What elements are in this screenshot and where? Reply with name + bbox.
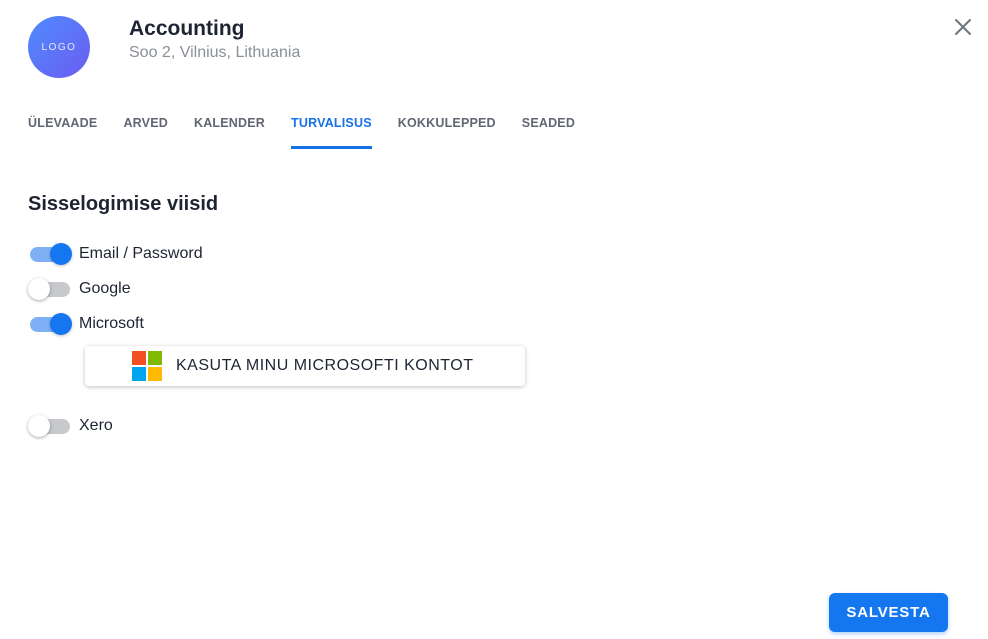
toggle-knob <box>50 243 72 265</box>
microsoft-logo-square <box>132 367 146 381</box>
tab-bar: ÜLEVAADE ARVED KALENDER TURVALISUS KOKKU… <box>28 100 601 150</box>
google-toggle[interactable] <box>28 276 74 302</box>
logo-text: LOGO <box>41 41 77 53</box>
tab-invoices[interactable]: ARVED <box>123 100 168 150</box>
toggle-knob <box>28 278 50 300</box>
login-option-google: Google <box>28 276 131 302</box>
microsoft-logo-square <box>148 367 162 381</box>
microsoft-toggle[interactable] <box>28 311 74 337</box>
company-settings-panel: LOGO Accounting Soo 2, Vilnius, Lithuani… <box>0 0 988 639</box>
login-option-label: Microsoft <box>79 315 144 332</box>
section-title: Sisselogimise viisid <box>28 193 219 215</box>
toggle-knob <box>28 415 50 437</box>
login-option-xero: Xero <box>28 413 113 439</box>
tab-security[interactable]: TURVALISUS <box>291 100 372 150</box>
login-option-label: Xero <box>79 417 113 434</box>
tab-overview[interactable]: ÜLEVAADE <box>28 100 97 150</box>
microsoft-logo-icon <box>132 351 162 381</box>
company-name: Accounting <box>129 17 245 40</box>
email-password-toggle[interactable] <box>28 241 74 267</box>
login-option-label: Google <box>79 280 131 297</box>
microsoft-logo-square <box>148 351 162 365</box>
save-button[interactable]: SALVESTA <box>829 593 948 632</box>
microsoft-button-label: KASUTA MINU MICROSOFTI KONTOT <box>176 357 474 374</box>
toggle-knob <box>50 313 72 335</box>
tab-calendar[interactable]: KALENDER <box>194 100 265 150</box>
login-option-email: Email / Password <box>28 241 203 267</box>
microsoft-logo-square <box>132 351 146 365</box>
login-option-label: Email / Password <box>79 245 203 262</box>
xero-toggle[interactable] <box>28 413 74 439</box>
company-address: Soo 2, Vilnius, Lithuania <box>129 44 301 61</box>
close-button[interactable] <box>948 12 978 42</box>
tab-agreements[interactable]: KOKKULEPPED <box>398 100 496 150</box>
tab-settings[interactable]: SEADED <box>522 100 575 150</box>
close-icon <box>955 19 971 35</box>
company-logo: LOGO <box>28 16 90 78</box>
microsoft-account-button[interactable]: KASUTA MINU MICROSOFTI KONTOT <box>85 346 525 386</box>
login-option-microsoft: Microsoft <box>28 311 144 337</box>
